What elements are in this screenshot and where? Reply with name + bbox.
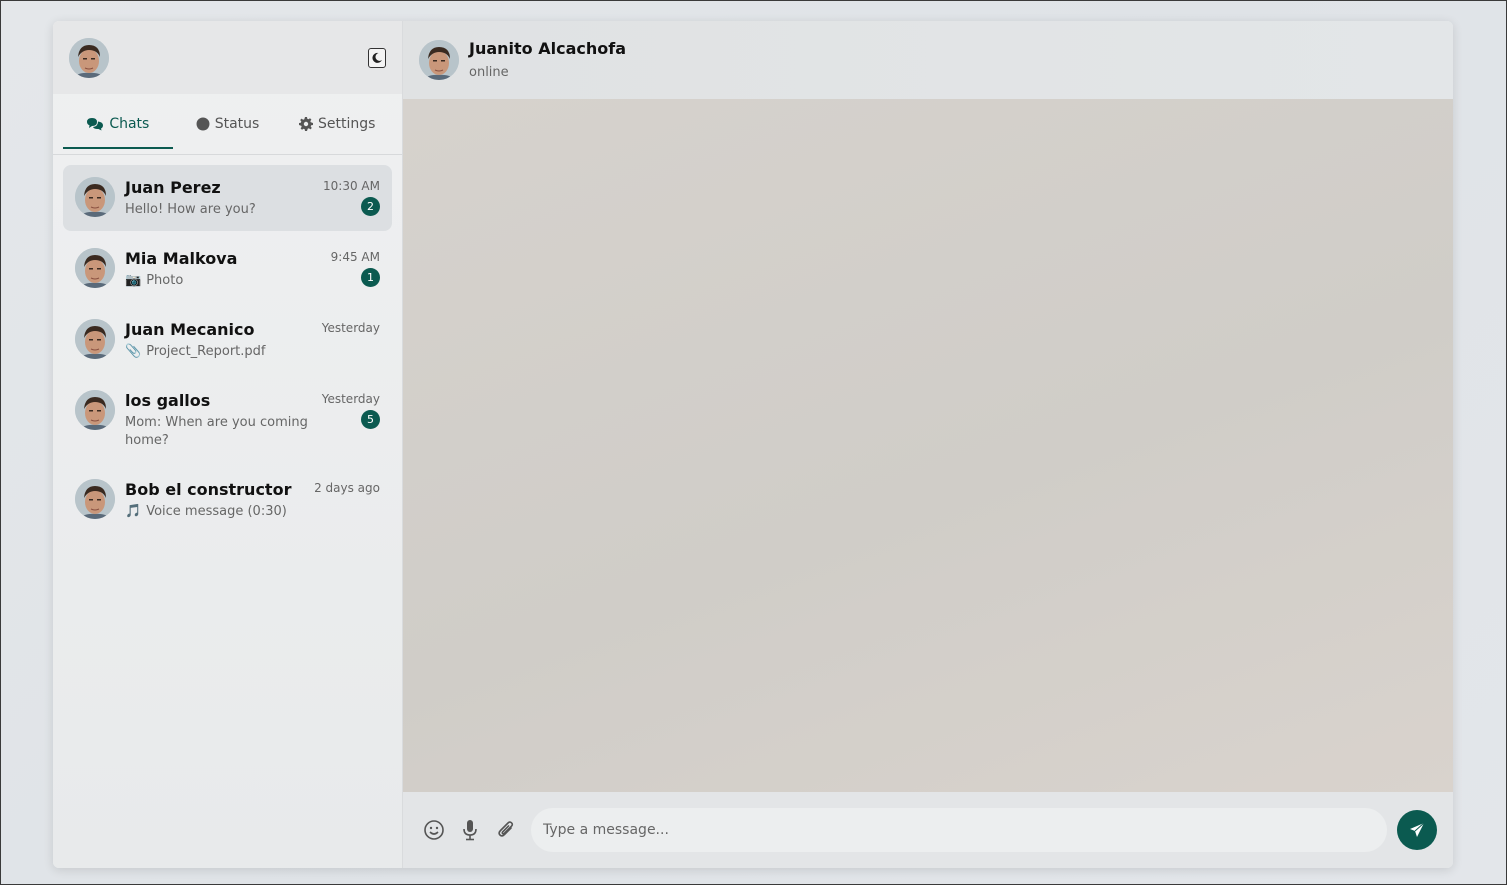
conversation-header[interactable]: Juanito Alcachofa online	[403, 21, 1453, 99]
contact-avatar	[75, 177, 115, 217]
chat-preview: 📎 Project_Report.pdf	[125, 343, 265, 361]
sidebar-header	[53, 21, 402, 94]
music-note-icon: 🎵	[125, 504, 142, 519]
chat-app-window: Chats Status Settings Juan Perez 10:30 A…	[53, 21, 1453, 868]
conversation-name: Juanito Alcachofa	[469, 38, 626, 58]
chat-item-juan-perez[interactable]: Juan Perez 10:30 AM Hello! How are you? …	[63, 165, 392, 231]
conversation-status: online	[469, 64, 509, 80]
chat-preview-text: Photo	[146, 273, 184, 288]
chat-name: Juan Perez	[125, 178, 221, 197]
chat-list: Juan Perez 10:30 AM Hello! How are you? …	[53, 155, 402, 868]
contact-avatar	[75, 390, 115, 430]
message-composer	[403, 792, 1453, 868]
send-icon	[1410, 822, 1425, 837]
chat-preview: 📷 Photo	[125, 272, 183, 290]
sidebar-tabs: Chats Status Settings	[53, 94, 402, 155]
tab-status[interactable]: Status	[173, 99, 283, 149]
chat-preview: Mom: When are you coming home?	[125, 414, 310, 450]
conversation-avatar[interactable]	[419, 40, 459, 80]
paperclip-icon[interactable]	[493, 817, 519, 843]
chat-time: 2 days ago	[314, 481, 380, 495]
unread-badge: 5	[361, 410, 380, 429]
contact-avatar	[75, 248, 115, 288]
tab-settings-label: Settings	[317, 116, 376, 132]
tab-status-label: Status	[214, 116, 260, 132]
theme-toggle-button[interactable]	[368, 47, 386, 68]
chat-preview-text: Project_Report.pdf	[146, 344, 266, 359]
status-circle-icon	[196, 117, 210, 131]
chat-item-bob-el-constructor[interactable]: Bob el constructor 2 days ago 🎵 Voice mes…	[63, 467, 392, 533]
microphone-icon[interactable]	[457, 817, 483, 843]
chat-time: 10:30 AM	[323, 179, 380, 193]
camera-icon: 📷	[125, 273, 142, 288]
sidebar: Chats Status Settings Juan Perez 10:30 A…	[53, 21, 403, 868]
message-input[interactable]	[531, 808, 1387, 852]
moon-icon	[372, 52, 382, 63]
chat-item-mia-malkova[interactable]: Mia Malkova 9:45 AM 📷 Photo 1	[63, 236, 392, 302]
chat-name: Juan Mecanico	[125, 320, 255, 339]
chat-preview: Hello! How are you?	[125, 201, 256, 219]
chat-preview-text: Hello! How are you?	[125, 202, 256, 217]
chat-name: Bob el constructor	[125, 480, 292, 499]
unread-badge: 1	[361, 268, 380, 287]
chat-time: Yesterday	[321, 321, 380, 335]
chat-preview-text: Voice message (0:30)	[146, 504, 287, 519]
chat-time: Yesterday	[321, 392, 380, 406]
chat-name: Mia Malkova	[125, 249, 238, 268]
unread-badge: 2	[361, 197, 380, 216]
tab-chats[interactable]: Chats	[63, 99, 173, 149]
tab-settings[interactable]: Settings	[282, 99, 392, 149]
gear-icon	[298, 117, 313, 131]
emoji-icon[interactable]	[421, 817, 447, 843]
conversation-pane: Juanito Alcachofa online	[403, 21, 1453, 868]
user-avatar[interactable]	[69, 37, 109, 78]
contact-avatar	[75, 319, 115, 359]
chat-preview-text: Mom: When are you coming home?	[125, 415, 308, 448]
send-button[interactable]	[1397, 810, 1437, 850]
chat-name: los gallos	[125, 391, 211, 410]
chat-time: 9:45 AM	[330, 250, 380, 264]
chat-preview: 🎵 Voice message (0:30)	[125, 503, 287, 521]
contact-avatar	[75, 479, 115, 519]
tab-chats-label: Chats	[109, 116, 150, 132]
chats-icon	[87, 118, 104, 131]
chat-item-juan-mecanico[interactable]: Juan Mecanico Yesterday 📎 Project_Report.…	[63, 307, 392, 373]
paperclip-icon: 📎	[125, 344, 142, 359]
chat-item-los-gallos[interactable]: los gallos Yesterday Mom: When are you c…	[63, 378, 392, 462]
message-area[interactable]	[403, 99, 1453, 792]
